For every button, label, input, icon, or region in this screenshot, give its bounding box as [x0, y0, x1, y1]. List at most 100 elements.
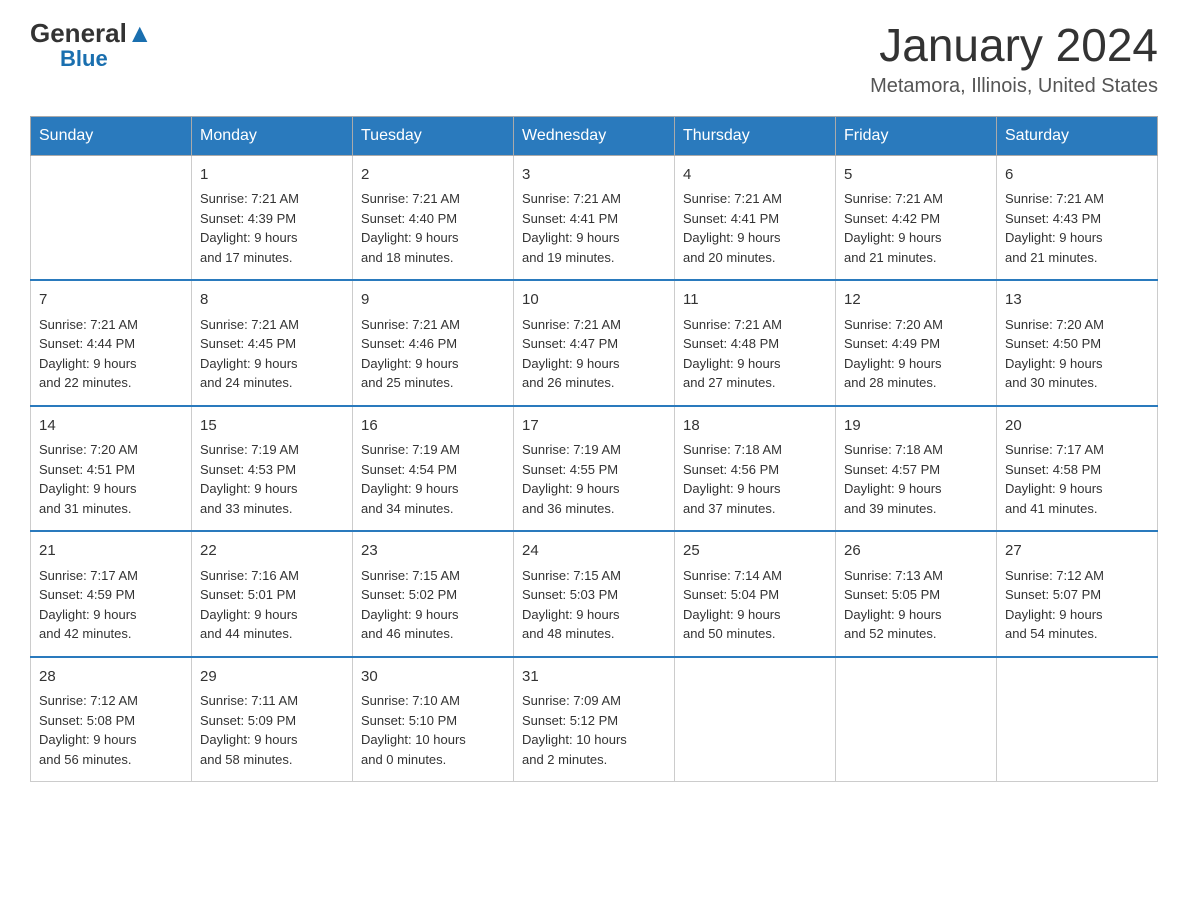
day-sun-info: Sunrise: 7:18 AM Sunset: 4:57 PM Dayligh…: [844, 440, 988, 518]
calendar-day-cell: 19Sunrise: 7:18 AM Sunset: 4:57 PM Dayli…: [836, 406, 997, 532]
day-number: 18: [683, 415, 827, 438]
calendar-header-row: SundayMondayTuesdayWednesdayThursdayFrid…: [31, 116, 1158, 155]
day-sun-info: Sunrise: 7:19 AM Sunset: 4:54 PM Dayligh…: [361, 440, 505, 518]
calendar-day-cell: 29Sunrise: 7:11 AM Sunset: 5:09 PM Dayli…: [192, 657, 353, 782]
day-sun-info: Sunrise: 7:09 AM Sunset: 5:12 PM Dayligh…: [522, 691, 666, 769]
calendar-day-cell: 3Sunrise: 7:21 AM Sunset: 4:41 PM Daylig…: [514, 155, 675, 280]
day-number: 25: [683, 540, 827, 563]
day-number: 20: [1005, 415, 1149, 438]
day-sun-info: Sunrise: 7:10 AM Sunset: 5:10 PM Dayligh…: [361, 691, 505, 769]
day-sun-info: Sunrise: 7:17 AM Sunset: 4:59 PM Dayligh…: [39, 566, 183, 644]
calendar-day-cell: 18Sunrise: 7:18 AM Sunset: 4:56 PM Dayli…: [675, 406, 836, 532]
calendar-day-cell: 5Sunrise: 7:21 AM Sunset: 4:42 PM Daylig…: [836, 155, 997, 280]
day-number: 7: [39, 289, 183, 312]
day-number: 8: [200, 289, 344, 312]
day-sun-info: Sunrise: 7:21 AM Sunset: 4:40 PM Dayligh…: [361, 189, 505, 267]
day-of-week-header: Thursday: [675, 116, 836, 155]
calendar-day-cell: [675, 657, 836, 782]
calendar-day-cell: 28Sunrise: 7:12 AM Sunset: 5:08 PM Dayli…: [31, 657, 192, 782]
day-number: 30: [361, 666, 505, 689]
day-sun-info: Sunrise: 7:21 AM Sunset: 4:48 PM Dayligh…: [683, 315, 827, 393]
day-number: 2: [361, 164, 505, 187]
calendar-day-cell: 14Sunrise: 7:20 AM Sunset: 4:51 PM Dayli…: [31, 406, 192, 532]
day-number: 19: [844, 415, 988, 438]
calendar-day-cell: 7 Sunrise: 7:21 AM Sunset: 4:44 PM Daylig…: [31, 280, 192, 406]
day-sun-info: Sunrise: 7:11 AM Sunset: 5:09 PM Dayligh…: [200, 691, 344, 769]
page-subtitle: Metamora, Illinois, United States: [870, 75, 1158, 98]
day-sun-info: Sunrise: 7:15 AM Sunset: 5:02 PM Dayligh…: [361, 566, 505, 644]
day-number: 10: [522, 289, 666, 312]
day-number: 12: [844, 289, 988, 312]
day-sun-info: Sunrise: 7:17 AM Sunset: 4:58 PM Dayligh…: [1005, 440, 1149, 518]
calendar-day-cell: 4Sunrise: 7:21 AM Sunset: 4:41 PM Daylig…: [675, 155, 836, 280]
day-number: 21: [39, 540, 183, 563]
day-of-week-header: Tuesday: [353, 116, 514, 155]
calendar-day-cell: 1Sunrise: 7:21 AM Sunset: 4:39 PM Daylig…: [192, 155, 353, 280]
calendar-table: SundayMondayTuesdayWednesdayThursdayFrid…: [30, 116, 1158, 783]
calendar-day-cell: 21 Sunrise: 7:17 AM Sunset: 4:59 PM Dayli…: [31, 531, 192, 657]
day-sun-info: Sunrise: 7:21 AM Sunset: 4:41 PM Dayligh…: [683, 189, 827, 267]
day-number: 1: [200, 164, 344, 187]
day-sun-info: Sunrise: 7:19 AM Sunset: 4:53 PM Dayligh…: [200, 440, 344, 518]
day-sun-info: Sunrise: 7:16 AM Sunset: 5:01 PM Dayligh…: [200, 566, 344, 644]
day-sun-info: Sunrise: 7:21 AM Sunset: 4:41 PM Dayligh…: [522, 189, 666, 267]
calendar-week-row: 1Sunrise: 7:21 AM Sunset: 4:39 PM Daylig…: [31, 155, 1158, 280]
calendar-day-cell: 31Sunrise: 7:09 AM Sunset: 5:12 PM Dayli…: [514, 657, 675, 782]
day-of-week-header: Sunday: [31, 116, 192, 155]
calendar-day-cell: 27Sunrise: 7:12 AM Sunset: 5:07 PM Dayli…: [997, 531, 1158, 657]
calendar-day-cell: 24 Sunrise: 7:15 AM Sunset: 5:03 PM Dayli…: [514, 531, 675, 657]
calendar-day-cell: [997, 657, 1158, 782]
day-sun-info: Sunrise: 7:14 AM Sunset: 5:04 PM Dayligh…: [683, 566, 827, 644]
calendar-day-cell: 20Sunrise: 7:17 AM Sunset: 4:58 PM Dayli…: [997, 406, 1158, 532]
calendar-day-cell: [836, 657, 997, 782]
day-number: 17: [522, 415, 666, 438]
day-sun-info: Sunrise: 7:12 AM Sunset: 5:07 PM Dayligh…: [1005, 566, 1149, 644]
day-number: 15: [200, 415, 344, 438]
day-sun-info: Sunrise: 7:21 AM Sunset: 4:45 PM Dayligh…: [200, 315, 344, 393]
calendar-day-cell: 25 Sunrise: 7:14 AM Sunset: 5:04 PM Dayli…: [675, 531, 836, 657]
calendar-day-cell: 11 Sunrise: 7:21 AM Sunset: 4:48 PM Dayli…: [675, 280, 836, 406]
calendar-day-cell: [31, 155, 192, 280]
day-of-week-header: Saturday: [997, 116, 1158, 155]
day-sun-info: Sunrise: 7:20 AM Sunset: 4:50 PM Dayligh…: [1005, 315, 1149, 393]
calendar-day-cell: 2Sunrise: 7:21 AM Sunset: 4:40 PM Daylig…: [353, 155, 514, 280]
day-sun-info: Sunrise: 7:13 AM Sunset: 5:05 PM Dayligh…: [844, 566, 988, 644]
calendar-week-row: 14Sunrise: 7:20 AM Sunset: 4:51 PM Dayli…: [31, 406, 1158, 532]
calendar-week-row: 7 Sunrise: 7:21 AM Sunset: 4:44 PM Daylig…: [31, 280, 1158, 406]
calendar-day-cell: 15Sunrise: 7:19 AM Sunset: 4:53 PM Dayli…: [192, 406, 353, 532]
day-of-week-header: Friday: [836, 116, 997, 155]
logo: General▲ Blue: [30, 20, 153, 72]
day-number: 28: [39, 666, 183, 689]
calendar-day-cell: 26Sunrise: 7:13 AM Sunset: 5:05 PM Dayli…: [836, 531, 997, 657]
day-sun-info: Sunrise: 7:21 AM Sunset: 4:39 PM Dayligh…: [200, 189, 344, 267]
calendar-day-cell: 9Sunrise: 7:21 AM Sunset: 4:46 PM Daylig…: [353, 280, 514, 406]
day-number: 14: [39, 415, 183, 438]
day-number: 11: [683, 289, 827, 312]
calendar-week-row: 28Sunrise: 7:12 AM Sunset: 5:08 PM Dayli…: [31, 657, 1158, 782]
day-number: 3: [522, 164, 666, 187]
day-sun-info: Sunrise: 7:21 AM Sunset: 4:47 PM Dayligh…: [522, 315, 666, 393]
calendar-day-cell: 23 Sunrise: 7:15 AM Sunset: 5:02 PM Dayli…: [353, 531, 514, 657]
calendar-week-row: 21 Sunrise: 7:17 AM Sunset: 4:59 PM Dayli…: [31, 531, 1158, 657]
calendar-day-cell: 13 Sunrise: 7:20 AM Sunset: 4:50 PM Dayli…: [997, 280, 1158, 406]
title-block: January 2024 Metamora, Illinois, United …: [870, 20, 1158, 98]
calendar-day-cell: 22Sunrise: 7:16 AM Sunset: 5:01 PM Dayli…: [192, 531, 353, 657]
day-sun-info: Sunrise: 7:21 AM Sunset: 4:42 PM Dayligh…: [844, 189, 988, 267]
day-number: 23: [361, 540, 505, 563]
day-number: 13: [1005, 289, 1149, 312]
calendar-day-cell: 16Sunrise: 7:19 AM Sunset: 4:54 PM Dayli…: [353, 406, 514, 532]
day-of-week-header: Wednesday: [514, 116, 675, 155]
day-number: 29: [200, 666, 344, 689]
day-sun-info: Sunrise: 7:21 AM Sunset: 4:46 PM Dayligh…: [361, 315, 505, 393]
day-number: 31: [522, 666, 666, 689]
day-number: 24: [522, 540, 666, 563]
day-sun-info: Sunrise: 7:20 AM Sunset: 4:49 PM Dayligh…: [844, 315, 988, 393]
page-header: General▲ Blue January 2024 Metamora, Ill…: [30, 20, 1158, 98]
calendar-day-cell: 12 Sunrise: 7:20 AM Sunset: 4:49 PM Dayli…: [836, 280, 997, 406]
day-sun-info: Sunrise: 7:15 AM Sunset: 5:03 PM Dayligh…: [522, 566, 666, 644]
day-sun-info: Sunrise: 7:21 AM Sunset: 4:43 PM Dayligh…: [1005, 189, 1149, 267]
day-sun-info: Sunrise: 7:21 AM Sunset: 4:44 PM Dayligh…: [39, 315, 183, 393]
day-of-week-header: Monday: [192, 116, 353, 155]
day-number: 6: [1005, 164, 1149, 187]
day-number: 5: [844, 164, 988, 187]
